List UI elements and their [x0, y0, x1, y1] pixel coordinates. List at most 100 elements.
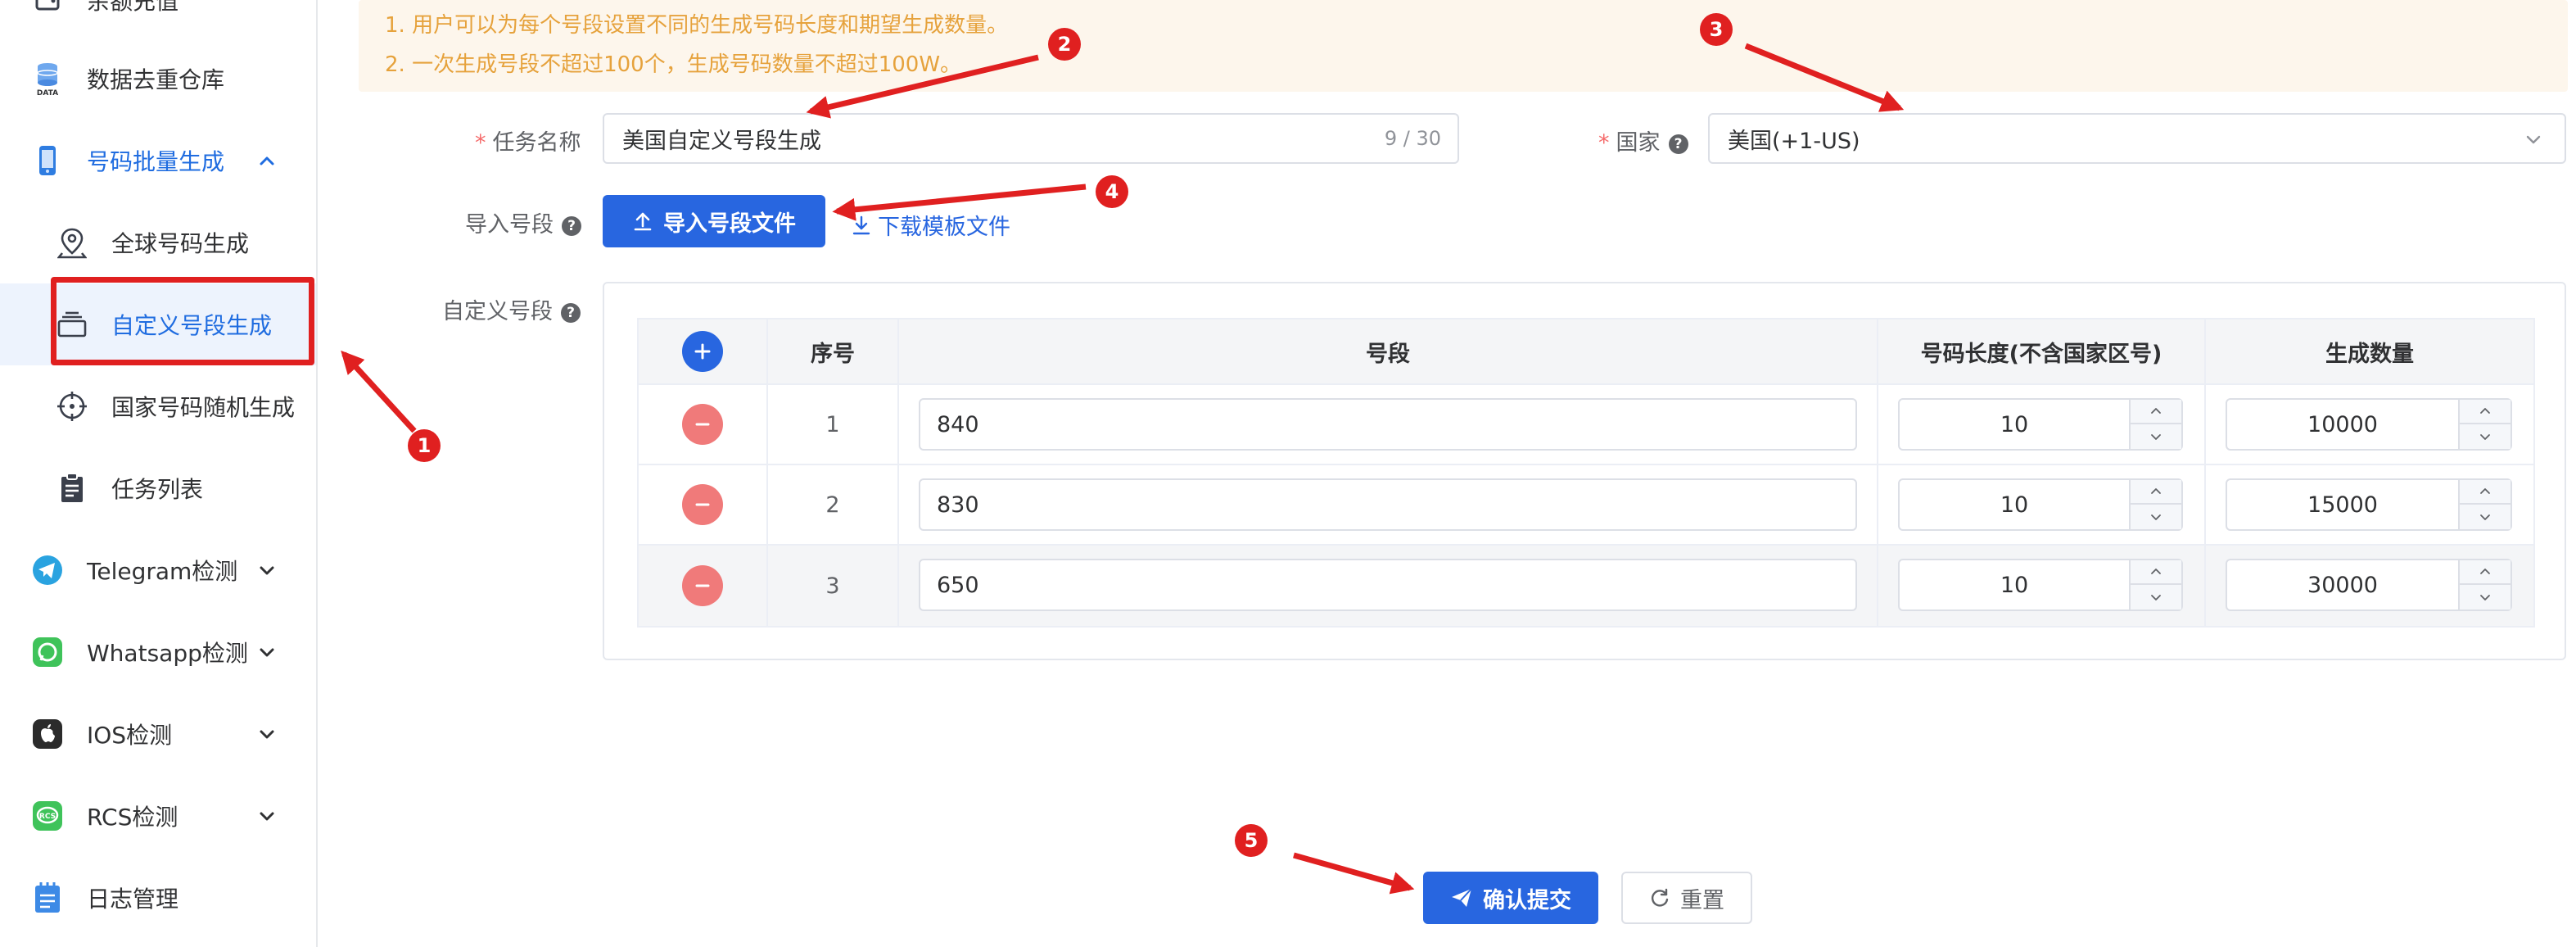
sidebar-item-label: IOS检测 — [87, 722, 173, 749]
sidebar-item-dedup-warehouse[interactable]: DATA 数据去重仓库 — [0, 38, 316, 120]
country-select[interactable]: 美国(+1-US) — [1708, 113, 2566, 164]
length-value[interactable]: 10 — [1900, 560, 2129, 609]
decrement-button[interactable] — [2460, 424, 2510, 449]
import-segment-button[interactable]: 导入号段文件 — [603, 195, 825, 247]
refresh-icon — [1651, 888, 1669, 907]
whatsapp-icon — [29, 634, 66, 670]
download-template-link[interactable]: 下载模板文件 — [852, 209, 1010, 241]
quantity-value[interactable]: 15000 — [2227, 480, 2458, 529]
minus-icon — [695, 423, 710, 426]
header-length: 号码长度(不含国家区号) — [1878, 319, 2206, 383]
svg-text:RCS: RCS — [39, 813, 56, 821]
sidebar-item-log-management[interactable]: 日志管理 — [0, 857, 316, 939]
task-name-label-text: 任务名称 — [492, 130, 581, 156]
submit-button[interactable]: 确认提交 — [1423, 872, 1598, 924]
quantity-value[interactable]: 10000 — [2227, 400, 2458, 449]
chevron-up-icon — [2480, 488, 2490, 494]
stepper-controls — [2129, 400, 2181, 449]
sidebar-item-balance-recharge[interactable]: 余额充值 — [0, 0, 316, 41]
decrement-button[interactable] — [2131, 585, 2181, 609]
increment-button[interactable] — [2131, 400, 2181, 424]
database-icon: DATA — [29, 61, 66, 97]
length-stepper[interactable]: 10 — [1898, 398, 2183, 451]
decrement-button[interactable] — [2460, 585, 2510, 609]
stepper-controls — [2458, 560, 2510, 609]
tip-line-2: 2. 一次生成号段不超过100个，生成号码数量不超过100W。 — [385, 52, 962, 77]
minus-icon — [695, 584, 710, 587]
chevron-up-icon — [2151, 408, 2161, 414]
increment-button[interactable] — [2131, 480, 2181, 505]
annotation-highlight-box — [51, 277, 314, 365]
country-label: * 国家? — [1598, 125, 1688, 156]
chevron-down-icon — [260, 730, 274, 739]
segment-input[interactable]: 840 — [919, 398, 1857, 451]
table-row: 2 830 10 15000 — [639, 465, 2533, 546]
annotation-marker-2: 2 — [1048, 28, 1081, 61]
sidebar-item-global-generate[interactable]: 全球号码生成 — [0, 202, 316, 283]
remove-row-button[interactable] — [682, 565, 723, 606]
length-value[interactable]: 10 — [1900, 480, 2129, 529]
stepper-controls — [2458, 400, 2510, 449]
sidebar-item-label: 数据去重仓库 — [87, 66, 225, 93]
reset-button[interactable]: 重置 — [1621, 872, 1752, 924]
chevron-down-icon — [260, 648, 274, 657]
table-header-row: 序号 号段 号码长度(不含国家区号) 生成数量 — [639, 319, 2533, 385]
tip-alert: 1. 用户可以为每个号段设置不同的生成号码长度和期望生成数量。 2. 一次生成号… — [359, 0, 2568, 92]
chevron-down-icon — [2526, 135, 2541, 144]
row-index: 2 — [768, 465, 899, 544]
stepper-controls — [2129, 480, 2181, 529]
decrement-button[interactable] — [2460, 505, 2510, 529]
sidebar-item-label: 任务列表 — [111, 476, 204, 503]
sidebar-item-label: 余额充值 — [87, 0, 179, 15]
sidebar-item-batch-generate[interactable]: 号码批量生成 — [0, 120, 316, 202]
segment-cell: 650 — [899, 546, 1878, 626]
remove-row-button[interactable] — [682, 484, 723, 525]
length-value[interactable]: 10 — [1900, 400, 2129, 449]
remove-cell — [639, 465, 768, 544]
row-index: 1 — [768, 385, 899, 464]
task-name-input[interactable]: 美国自定义号段生成 9 / 30 — [603, 113, 1459, 164]
required-mark: * — [1598, 130, 1610, 156]
segment-input[interactable]: 830 — [919, 478, 1857, 531]
increment-button[interactable] — [2460, 560, 2510, 585]
sidebar-item-label: RCS检测 — [87, 804, 179, 831]
quantity-stepper[interactable]: 30000 — [2226, 559, 2512, 611]
chevron-down-icon — [2151, 514, 2161, 520]
help-icon[interactable]: ? — [1668, 134, 1688, 154]
increment-button[interactable] — [2460, 480, 2510, 505]
increment-button[interactable] — [2131, 560, 2181, 585]
tip-line-1: 1. 用户可以为每个号段设置不同的生成号码长度和期望生成数量。 — [385, 13, 1009, 38]
quantity-stepper[interactable]: 15000 — [2226, 478, 2512, 531]
sidebar-item-label: Whatsapp检测 — [87, 640, 248, 667]
segment-cell: 840 — [899, 385, 1878, 464]
sidebar-item-whatsapp[interactable]: Whatsapp检测 — [0, 611, 316, 693]
remove-row-button[interactable] — [682, 404, 723, 445]
decrement-button[interactable] — [2131, 424, 2181, 449]
segment-table-panel: 序号 号段 号码长度(不含国家区号) 生成数量 1 840 10 10000 2… — [603, 282, 2566, 660]
length-stepper[interactable]: 10 — [1898, 478, 2183, 531]
add-row-button[interactable] — [682, 331, 723, 372]
sidebar-item-ios[interactable]: IOS检测 — [0, 693, 316, 775]
phone-icon — [29, 143, 66, 179]
crosshair-icon — [54, 388, 90, 424]
table-row: 1 840 10 10000 — [639, 385, 2533, 465]
length-stepper[interactable]: 10 — [1898, 559, 2183, 611]
notebook-icon — [29, 880, 66, 916]
help-icon[interactable]: ? — [561, 303, 581, 323]
sidebar-item-task-list[interactable]: 任务列表 — [0, 447, 316, 529]
quantity-stepper[interactable]: 10000 — [2226, 398, 2512, 451]
main-content: 1. 用户可以为每个号段设置不同的生成号码长度和期望生成数量。 2. 一次生成号… — [337, 0, 2576, 947]
decrement-button[interactable] — [2131, 505, 2181, 529]
quantity-value[interactable]: 30000 — [2227, 560, 2458, 609]
sidebar-item-country-random[interactable]: 国家号码随机生成 — [0, 365, 316, 447]
help-icon[interactable]: ? — [562, 216, 581, 236]
sidebar-item-telegram[interactable]: Telegram检测 — [0, 529, 316, 611]
sidebar-item-rcs[interactable]: RCS RCS检测 — [0, 775, 316, 857]
increment-button[interactable] — [2460, 400, 2510, 424]
location-pin-icon — [54, 224, 90, 261]
length-cell: 10 — [1878, 465, 2206, 544]
segment-input[interactable]: 650 — [919, 559, 1857, 611]
chevron-down-icon — [2480, 595, 2490, 600]
remove-cell — [639, 546, 768, 626]
download-icon — [852, 215, 870, 234]
